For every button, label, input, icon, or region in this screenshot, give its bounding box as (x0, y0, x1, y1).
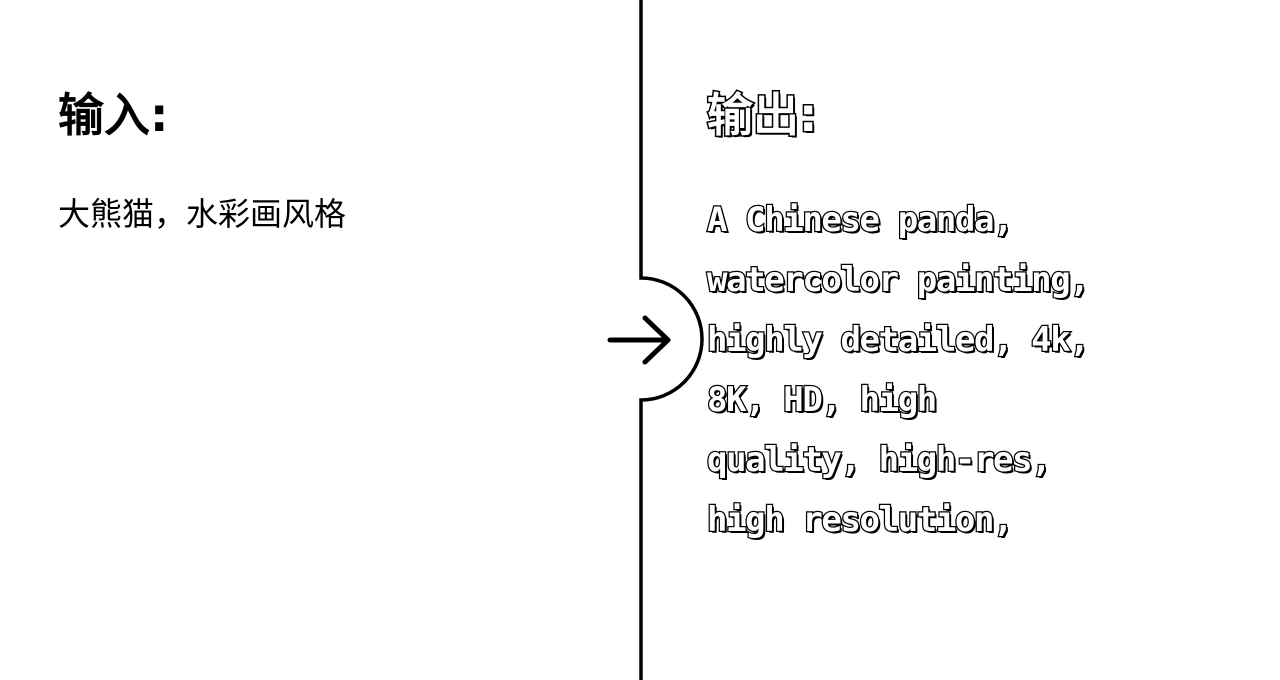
output-line: quality, high-res, (706, 439, 1053, 482)
output-text: A Chinese panda, watercolor painting, hi… (706, 190, 1267, 550)
output-line: 8K, HD, high (706, 379, 939, 422)
output-line: watercolor painting, (706, 259, 1091, 302)
output-panel: 输出: A Chinese panda, watercolor painting… (643, 0, 1280, 680)
output-line: highly detailed, 4k, (706, 319, 1091, 362)
output-line: A Chinese panda, (706, 199, 1015, 242)
output-line: high resolution, (706, 499, 1015, 542)
input-heading: 输入: (58, 88, 169, 142)
output-heading: 输出: (705, 88, 818, 142)
input-panel: 输入: 大熊猫，水彩画风格 (0, 0, 640, 680)
input-text: 大熊猫，水彩画风格 (58, 195, 347, 233)
